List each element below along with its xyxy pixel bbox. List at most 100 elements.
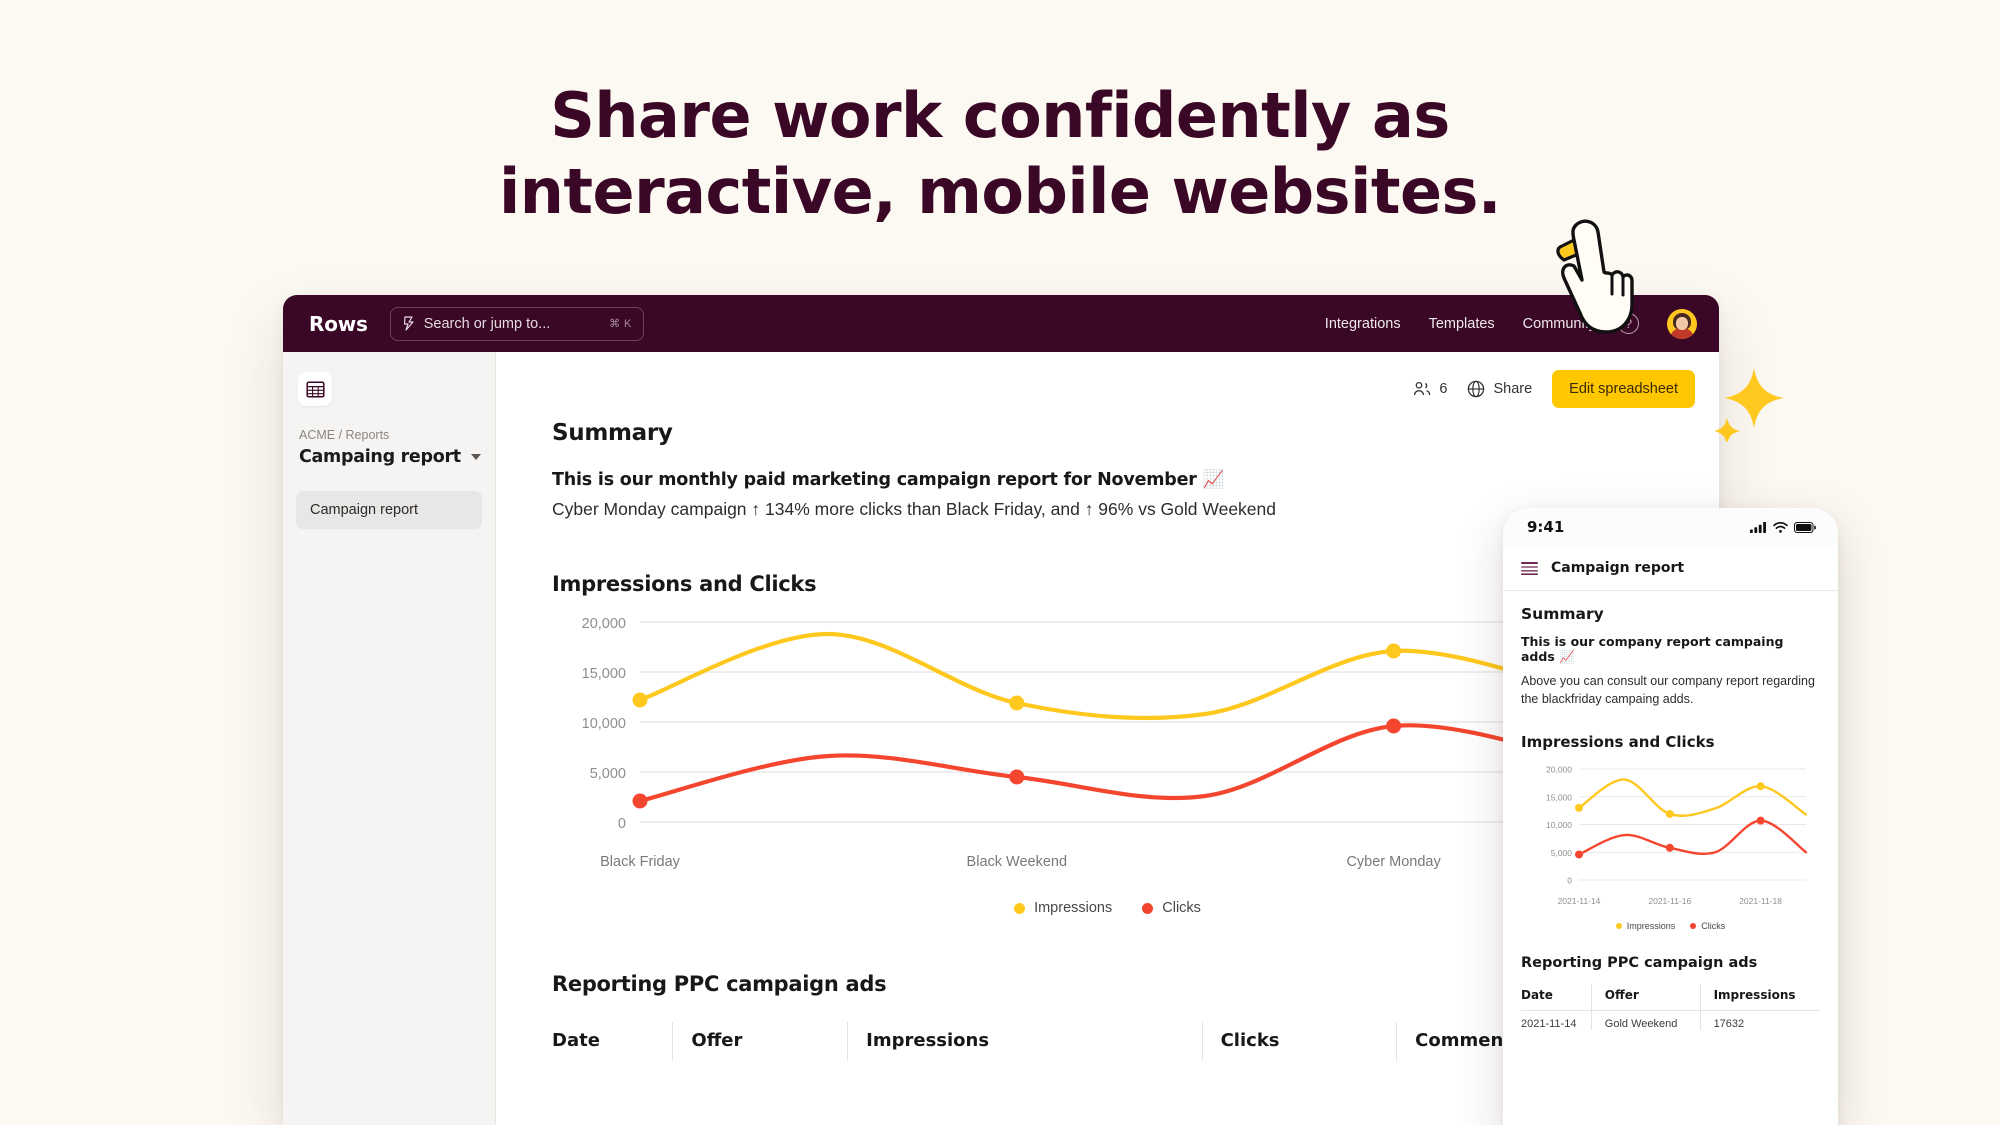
y-axis-tick-label: 10,000 <box>582 716 626 732</box>
phone-table-cell-0: 2021-11-14 <box>1521 1009 1592 1030</box>
data-point-clicks-1[interactable] <box>1009 769 1025 785</box>
data-point-impressions-1[interactable] <box>1009 695 1025 711</box>
phone-body-text: Above you can consult our company report… <box>1521 674 1815 706</box>
document-title-row[interactable]: Campaing report <box>299 447 482 467</box>
chart-legend: Impressions Clicks <box>552 900 1663 916</box>
phone-chart-heading: Impressions and Clicks <box>1521 732 1715 751</box>
sidebar: ACME / Reports Campaing report Campaign … <box>283 352 496 1125</box>
phone-table-cell-2: 17632 <box>1699 1009 1820 1030</box>
x-axis-tick-label: Black Friday <box>600 854 681 870</box>
document-title: Campaing report <box>299 447 461 467</box>
edit-spreadsheet-button[interactable]: Edit spreadsheet <box>1552 369 1695 408</box>
y-axis-tick-label: 5,000 <box>1551 847 1573 857</box>
table-header-cell-2: Impressions <box>847 1022 1203 1061</box>
menu-icon <box>1521 561 1538 575</box>
data-point-impressions-0[interactable] <box>632 692 648 708</box>
nav-item-templates[interactable]: Templates <box>1429 316 1495 332</box>
phone-table-row: 2021-11-14 Gold Weekend 17632 <box>1521 1009 1820 1030</box>
series-line-impressions <box>1577 777 1808 817</box>
table-heading: Reporting PPC campaign ads <box>552 972 887 996</box>
data-point-clicks-2[interactable] <box>1386 718 1402 734</box>
phone-chart-legend: Impressions Clicks <box>1521 921 1820 931</box>
search-placeholder-text: Search or jump to... <box>423 315 551 332</box>
legend-item-clicks[interactable]: Clicks <box>1142 900 1201 916</box>
y-axis-tick-label: 15,000 <box>1546 792 1572 802</box>
x-axis-tick-label: Cyber Monday <box>1346 854 1441 870</box>
legend-dot-clicks <box>1142 902 1154 914</box>
battery-icon <box>1794 521 1816 533</box>
data-point-impressions-2[interactable] <box>1756 781 1765 790</box>
phone-table-cell-1: Gold Weekend <box>1590 1009 1701 1030</box>
data-point-impressions-2[interactable] <box>1386 643 1402 659</box>
phone-status-bar: 9:41 <box>1503 508 1838 546</box>
chevron-down-icon[interactable] <box>470 454 481 460</box>
breadcrumb[interactable]: ACME / Reports <box>299 428 482 442</box>
summary-heading: Summary <box>552 420 673 446</box>
cellular-signal-icon <box>1750 521 1766 533</box>
search-shortcut-hint: ⌘ K <box>609 318 632 330</box>
lightning-search-icon <box>402 316 415 331</box>
x-axis-tick-label: 2021-11-16 <box>1648 896 1691 906</box>
phone-table-header-cell-2: Impressions <box>1699 983 1820 1010</box>
headline-line-2: interactive, mobile websites. <box>499 154 1501 228</box>
share-button-label: Share <box>1493 380 1533 397</box>
spreadsheet-icon[interactable] <box>298 372 332 406</box>
reporting-table: Date Offer Impressions Clicks Commen <box>552 1022 1663 1061</box>
table-header-cell-0: Date <box>552 1030 600 1051</box>
headline-line-1: Share work confidently as <box>550 79 1450 152</box>
phone-mockup: 9:41 Campaign report Summary This is our… <box>1503 508 1838 1125</box>
data-point-impressions-1[interactable] <box>1665 809 1674 818</box>
nav-links-group: Integrations Templates Community ? <box>1325 308 1697 339</box>
data-point-clicks-0[interactable] <box>632 793 648 809</box>
wifi-icon <box>1773 521 1788 533</box>
table-header-cell-3: Clicks <box>1201 1022 1397 1061</box>
legend-item-impressions[interactable]: Impressions <box>1014 900 1112 916</box>
phone-header: Campaign report <box>1503 546 1838 591</box>
data-point-clicks-2[interactable] <box>1756 816 1765 825</box>
phone-legend-item-clicks[interactable]: Clicks <box>1690 921 1725 931</box>
phone-legend-label-impressions: Impressions <box>1626 920 1676 931</box>
impressions-clicks-chart: 0 5,000 10,000 15,000 20,000 Black Friday Blac… <box>552 604 1663 894</box>
phone-reporting-table: Date Offer Impressions 2021-11-14 Gold Week… <box>1521 983 1820 1030</box>
x-axis-tick-label: 2021-11-18 <box>1739 896 1782 906</box>
y-axis-tick-label: 0 <box>618 816 626 832</box>
legend-dot-impressions <box>1014 902 1026 914</box>
y-axis-tick-label: 20,000 <box>582 616 626 632</box>
sidebar-item-campaign-report[interactable]: Campaign report <box>296 491 482 529</box>
phone-legend-label-clicks: Clicks <box>1701 920 1726 931</box>
phone-chart-svg: 0 5,000 10,000 15,000 20,000 2021-11-14 2021-1… <box>1546 764 1808 906</box>
phone-legend-item-impressions[interactable]: Impressions <box>1615 920 1676 931</box>
summary-lead-sub: Cyber Monday campaign ↑ 134% more clicks… <box>552 499 1276 519</box>
avatar[interactable] <box>1667 308 1697 339</box>
phone-status-icons <box>1750 521 1816 533</box>
phone-table-header-cell-1: Offer <box>1590 983 1701 1010</box>
data-point-impressions-0[interactable] <box>1575 803 1583 812</box>
phone-table-heading: Reporting PPC campaign ads <box>1521 954 1758 971</box>
phone-body: Summary This is our company report campa… <box>1503 591 1838 1030</box>
data-point-clicks-1[interactable] <box>1665 843 1674 852</box>
y-axis-tick-label: 15,000 <box>582 666 626 682</box>
phone-table-header-cell-0: Date <box>1521 987 1553 1002</box>
people-icon <box>1414 381 1431 395</box>
top-navigation-bar: Rows Search or jump to... ⌘ K Integratio… <box>283 295 1719 352</box>
phone-clock: 9:41 <box>1527 518 1565 536</box>
nav-item-integrations[interactable]: Integrations <box>1325 316 1401 332</box>
table-header-cell-1: Offer <box>672 1022 848 1061</box>
data-point-clicks-0[interactable] <box>1575 849 1583 858</box>
legend-label-clicks: Clicks <box>1162 900 1201 916</box>
chart-svg: 0 5,000 10,000 15,000 20,000 Black Friday Blac… <box>582 616 1585 870</box>
y-axis-tick-label: 20,000 <box>1546 764 1572 774</box>
globe-icon <box>1468 380 1485 397</box>
search-input[interactable]: Search or jump to... ⌘ K <box>389 306 644 341</box>
phone-table-body: 2021-11-14 Gold Weekend 17632 <box>1521 1009 1820 1030</box>
phone-lead-bold: This is our company report campaing adds… <box>1521 634 1784 664</box>
phone-legend-dot-impressions <box>1615 922 1622 929</box>
phone-legend-dot-clicks <box>1690 922 1697 929</box>
share-button[interactable]: Share <box>1467 380 1532 398</box>
phone-chart: 0 5,000 10,000 15,000 20,000 2021-11-14 2021-1… <box>1521 755 1820 920</box>
viewers-count[interactable]: 6 <box>1413 381 1447 397</box>
phone-summary-heading: Summary <box>1521 605 1604 623</box>
rows-logo[interactable]: Rows <box>309 312 368 336</box>
y-axis-tick-label: 10,000 <box>1546 820 1572 830</box>
pointing-hand-cursor <box>1548 212 1638 347</box>
